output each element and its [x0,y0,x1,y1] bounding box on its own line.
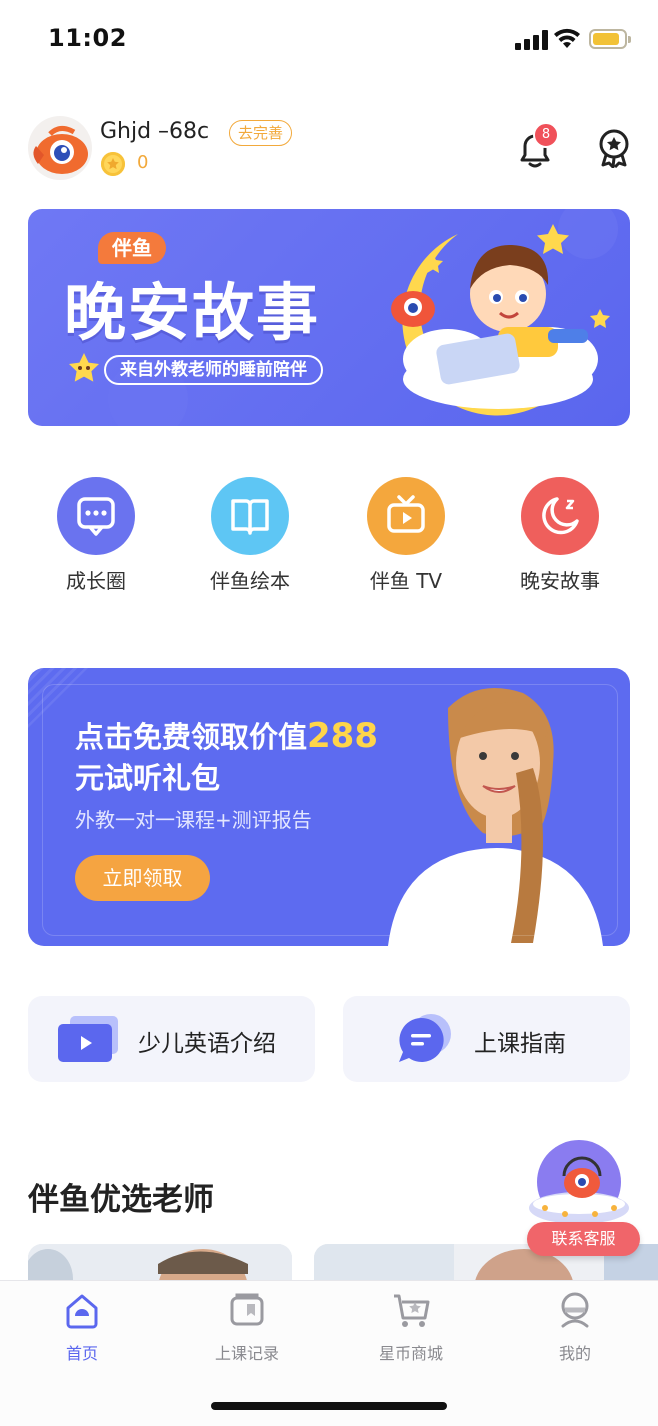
story-brand-pill: 伴鱼 [98,232,166,264]
tv-icon [367,477,445,555]
coin-count: 0 [137,152,149,173]
nav-label: 晚安故事 [520,569,600,593]
tab-records[interactable]: 上课记录 [182,1290,312,1364]
video-play-icon [58,1016,118,1062]
records-icon [230,1293,264,1326]
star-mascot-icon [69,353,99,382]
card-label: 少儿英语介绍 [138,1031,276,1057]
nav-bedtime-story[interactable]: 晚安故事 [490,477,630,594]
medal-icon[interactable] [596,128,632,168]
wifi-icon [554,28,580,48]
battery-icon [589,29,631,49]
notification-badge: 8 [533,122,559,148]
story-title: 晚安故事 [64,276,321,349]
promo-title-text: 点击免费领取价值 [75,720,308,754]
promo-subtitle: 外教一对一课程+测评报告 [75,808,312,832]
story-subtitle: 来自外教老师的睡前陪伴 [104,355,323,385]
tab-mine[interactable]: 我的 [510,1290,640,1364]
nav-picture-books[interactable]: 伴鱼绘本 [180,477,320,594]
avatar[interactable] [28,116,92,180]
tab-label: 上课记录 [214,1344,279,1363]
profile-icon [561,1292,589,1328]
english-intro-card[interactable]: 少儿英语介绍 [28,996,315,1082]
section-title: 伴鱼优选老师 [28,1182,214,1218]
claim-button[interactable]: 立即领取 [75,855,210,901]
moon-icon [521,477,599,555]
cellular-signal-icon [515,30,549,50]
promo-title-text-2: 元试听礼包 [75,761,221,795]
tab-label: 我的 [558,1344,591,1363]
nav-tv[interactable]: 伴鱼 TV [336,477,476,594]
complete-profile-button[interactable]: 去完善 [229,120,293,146]
status-time: 11:02 [48,24,127,52]
message-icon [399,1014,451,1062]
class-guide-card[interactable]: 上课指南 [343,996,630,1082]
tab-label: 首页 [65,1344,98,1363]
nav-label: 伴鱼绘本 [210,569,290,593]
nav-growth-circle[interactable]: 成长圈 [26,477,166,594]
promo-title: 点击免费领取价值288 元试听礼包 [75,716,415,799]
teacher-card-1[interactable] [28,1244,292,1284]
tab-label: 星币商城 [378,1344,443,1363]
fish-mascot-icon [33,126,88,174]
tab-home[interactable]: 首页 [17,1290,147,1364]
star-coin-icon [101,152,125,176]
nav-label: 伴鱼 TV [369,569,443,593]
card-label: 上课指南 [474,1031,566,1057]
chat-bubble-icon [57,477,135,555]
promo-price: 288 [307,716,378,756]
home-indicator[interactable] [211,1402,447,1410]
home-icon [66,1294,98,1329]
username: Ghjd –68c [100,119,210,144]
nav-label: 成长圈 [66,569,126,593]
cart-icon [394,1294,430,1327]
book-icon [211,477,289,555]
teacher-photo [28,1244,292,1284]
contact-service-button[interactable]: 联系客服 [527,1222,640,1256]
tab-coin-store[interactable]: 星币商城 [346,1290,476,1364]
